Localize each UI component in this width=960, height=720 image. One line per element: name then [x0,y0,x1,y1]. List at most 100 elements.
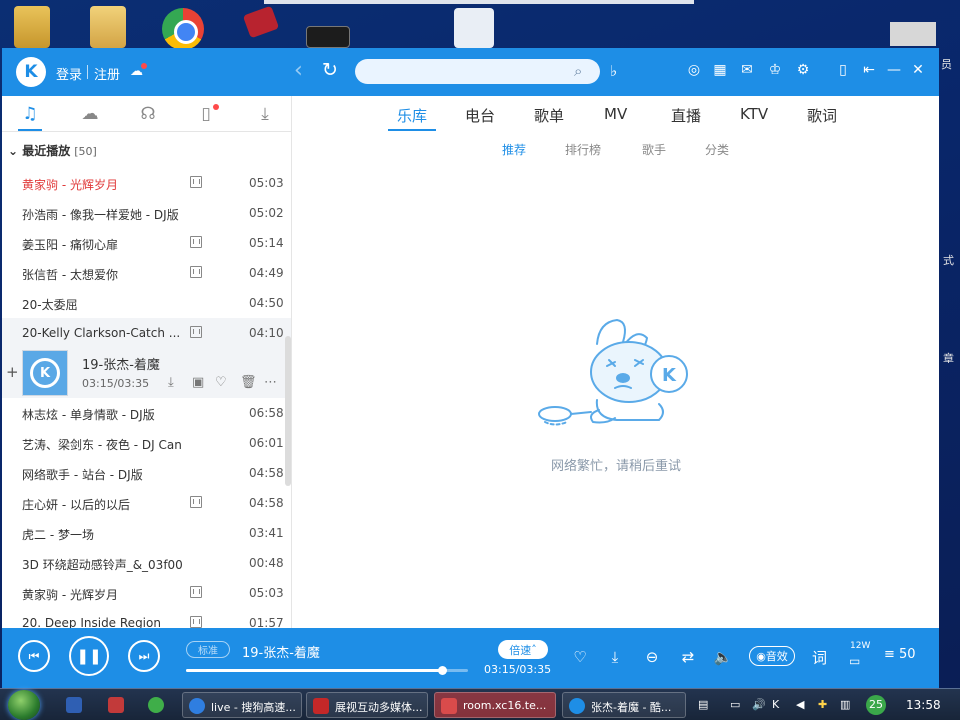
folder-icon[interactable] [90,6,126,48]
list-item[interactable]: 艺涛、梁剑东 - 夜色 - DJ Can... 06:01 [2,428,291,458]
settings-gear-icon[interactable]: ⚙ [794,62,812,78]
trash-icon[interactable]: 🗑 [240,375,257,390]
list-item[interactable]: 20-太委屈 04:50 [2,288,291,318]
progress-bar[interactable] [186,666,468,675]
listeners-icon[interactable]: ▭ [849,654,860,668]
media-shortcut-icon[interactable] [306,26,350,48]
list-item[interactable]: 庄心妍 - 以后的以后 04:58 [2,488,291,518]
music-note-icon[interactable]: ♫ [18,104,42,124]
tray-plus-icon[interactable]: ✚ [818,698,827,711]
mv-icon[interactable] [190,266,202,278]
mv-icon[interactable] [190,236,202,248]
progress-knob[interactable] [437,666,447,675]
mv-icon[interactable] [190,496,202,508]
tab-mv[interactable]: MV [604,105,627,123]
list-item[interactable]: 20. Deep Inside Region 01:57 [2,608,291,628]
speed-button[interactable]: 倍速 ˄ [498,640,548,659]
song-list-scrollbar[interactable] [285,336,291,486]
tab-library[interactable]: 乐库 [397,105,427,126]
list-item[interactable]: 20-Kelly Clarkson-Catch ... 04:10 [2,318,291,348]
register-link[interactable]: 注册 [94,64,120,83]
skin-shirt-icon[interactable]: ♔ [766,62,784,78]
subtab-singers[interactable]: 歌手 [642,141,666,158]
taskbar-item-kugou[interactable]: 张杰-着魔 - 酷... [562,692,686,718]
taskbar-item-browser[interactable]: live - 搜狗高速... [182,692,302,718]
tray-chat-icon[interactable]: ▭ [730,698,740,711]
mv-icon[interactable] [190,176,202,188]
back-arrow-icon[interactable]: ‹ [294,58,303,83]
tray-speaker-muted-icon[interactable]: ◀ [796,698,804,711]
tab-lyrics[interactable]: 歌词 [807,105,837,126]
cloud-music-icon[interactable]: ☁ [78,104,102,124]
subtab-charts[interactable]: 排行榜 [565,141,601,158]
taskbar-item-media[interactable]: 展视互动多媒体... [306,692,428,718]
chrome-icon[interactable] [162,8,204,50]
mv-icon[interactable]: ▣ [192,375,204,390]
list-item[interactable]: 黄家驹 - 光辉岁月 05:03 [2,578,291,608]
mv-icon[interactable] [190,586,202,598]
mv-icon[interactable] [190,326,202,338]
desktop-widget-icon[interactable] [890,22,936,46]
sound-effect-button[interactable]: ◉ 音效 [749,646,795,666]
list-item[interactable]: 黄家驹 - 光辉岁月 05:03 [2,168,291,198]
now-playing-item[interactable]: + K 19-张杰-着魔 03:15/03:35 ⤓ ▣ ♡ 🗑 ⋯ [2,348,291,398]
download-icon[interactable]: ⤓ [253,104,277,124]
list-item[interactable]: 3D 环绕超动感铃声_&_03f00f... 00:48 [2,548,291,578]
document-icon[interactable] [454,8,494,48]
user-folder-icon[interactable] [14,6,50,48]
more-icon[interactable]: ⋯ [264,375,277,390]
download-icon[interactable]: ⤓ [605,648,625,666]
search-icon[interactable]: ⌕ [574,62,582,80]
start-button-icon[interactable] [8,690,40,720]
apps-grid-icon[interactable]: ▦ [711,62,729,78]
taskbar-item-room[interactable]: room.xc16.te... [434,692,556,718]
list-item[interactable]: 姜玉阳 - 痛彻心扉 05:14 [2,228,291,258]
refresh-icon[interactable]: ↻ [322,59,338,81]
list-item[interactable]: 林志炫 - 单身情歌 - DJ版 06:58 [2,398,291,428]
login-link[interactable]: 登录 [56,64,82,83]
previous-track-icon[interactable]: ⏮ [18,640,50,672]
quality-badge[interactable]: 标准 [186,641,230,658]
heart-icon[interactable]: ♡ [570,648,590,666]
more-icon[interactable]: ⊖ [642,648,662,666]
subtab-categories[interactable]: 分类 [705,141,729,158]
tab-live[interactable]: 直播 [671,105,701,126]
recent-section-header[interactable]: ⌄ 最近播放 [50] [8,142,97,159]
device-icon[interactable]: ▯ [194,104,219,124]
mini-mode-icon[interactable]: ⇤ [860,62,878,78]
minimize-icon[interactable]: — [885,62,903,78]
tab-ktv[interactable]: KTV [740,105,768,123]
cloud-sync-icon[interactable]: ☁ [130,63,147,79]
pinned-app-icon[interactable] [148,697,164,713]
radio-broadcast-icon[interactable]: ☊ [136,104,160,124]
mail-icon[interactable]: ✉ [738,62,756,78]
playlist-button[interactable]: ≡ 50 [884,647,916,662]
microphone-icon[interactable]: ♭ [610,62,617,80]
tray-volume-icon[interactable]: 🔊 [752,698,766,711]
tab-radio[interactable]: 电台 [465,105,495,126]
add-icon[interactable]: + [6,363,19,381]
shuffle-icon[interactable]: ⇄ [678,648,698,666]
list-item[interactable]: 虎二 - 梦一场 03:41 [2,518,291,548]
app-shortcut-icon[interactable] [242,5,280,39]
list-item[interactable]: 网络歌手 - 站台 - DJ版 04:58 [2,458,291,488]
next-track-icon[interactable]: ⏭ [128,640,160,672]
tab-playlists[interactable]: 歌单 [534,105,564,126]
kugou-logo-icon[interactable]: K [16,57,46,87]
pinned-app-icon[interactable] [66,697,82,713]
list-item[interactable]: 张信哲 - 太想爱你 04:49 [2,258,291,288]
taskbar-clock[interactable]: 13:58 [906,698,941,712]
lyrics-button[interactable]: 词 [812,647,827,668]
mv-icon[interactable] [190,616,202,628]
close-icon[interactable]: ✕ [909,62,927,78]
list-item[interactable]: 孙浩雨 - 像我一样爱她 - DJ版 05:02 [2,198,291,228]
game-icon[interactable]: ◎ [685,62,703,78]
tray-network-icon[interactable]: ▥ [840,698,850,711]
mobile-phone-icon[interactable]: ▯ [834,62,852,78]
tray-badge[interactable]: 25 [866,695,886,715]
pinned-app-icon[interactable] [108,697,124,713]
tray-keyboard-icon[interactable]: ▤ [698,698,708,711]
pause-icon[interactable]: ❚❚ [69,636,109,676]
subtab-recommended[interactable]: 推荐 [502,141,526,158]
search-input[interactable] [355,59,600,84]
